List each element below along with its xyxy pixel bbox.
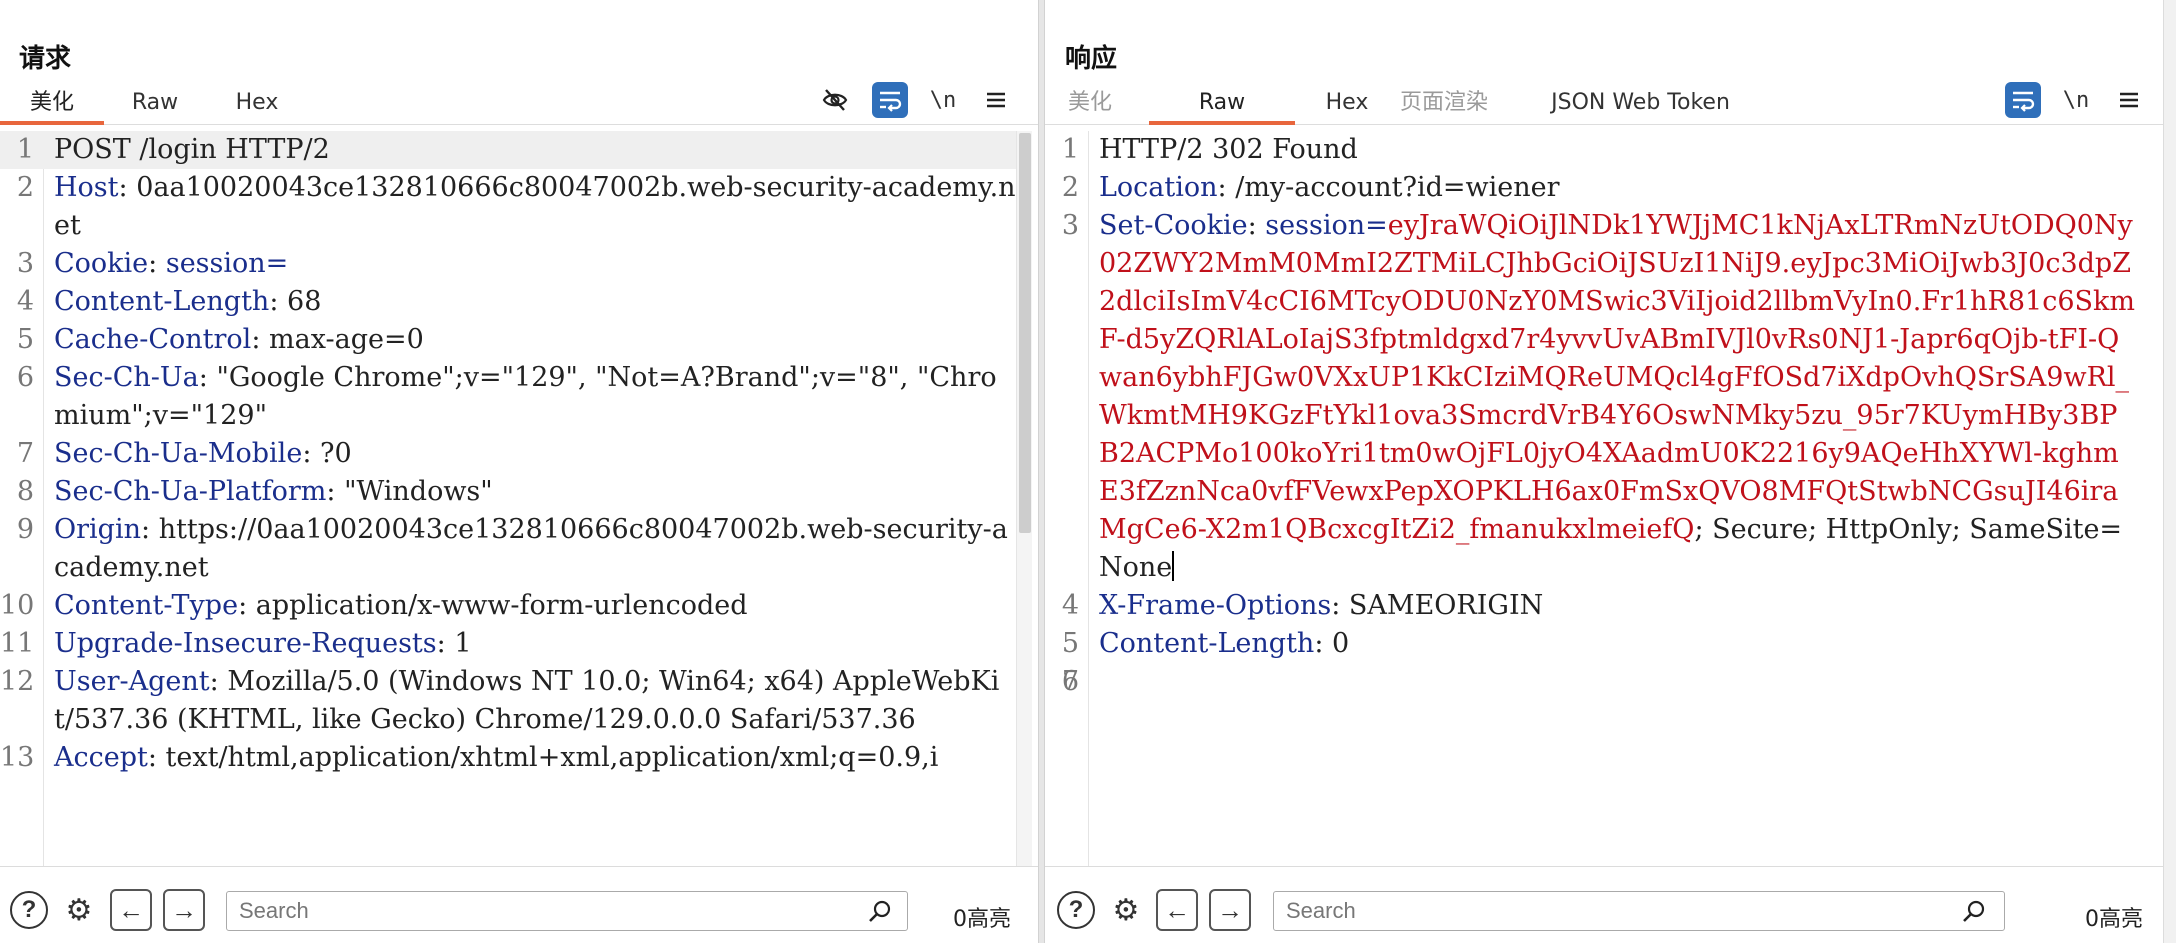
search-icon [1960,897,1988,925]
request-line: 4 Content-Length: 68 [16,286,322,317]
response-menu-button[interactable] [2111,82,2147,118]
arrow-left-icon: ← [118,894,144,925]
request-scrollbar[interactable] [1016,131,1032,866]
response-highlight-count: 0高亮 [2085,907,2143,932]
request-line: 11 Upgrade-Insecure-Requests: 1 [0,628,472,659]
response-line: 5 Content-Length: 0 [1061,628,1350,659]
jwt-cookie-value: eyJraWQiOiJlNDk1YWJjMC1kNjAxLTRmNzUtODQ0… [1099,210,2135,545]
request-newline-toggle[interactable]: \n [925,82,961,118]
request-line: 3 Cookie: session= [16,248,289,279]
request-highlight-count: 0高亮 [953,907,1011,932]
response-search-input[interactable] [1273,891,2005,931]
text-caret [1172,551,1175,581]
request-line: 7 Sec-Ch-Ua-Mobile: ?0 [16,438,352,469]
response-newline-toggle[interactable]: \n [2058,82,2094,118]
response-line: 4 X-Frame-Options: SAMEORIGIN [1061,590,1544,621]
request-line: 5 Cache-Control: max-age=0 [16,324,424,355]
request-scrollbar-thumb[interactable] [1019,133,1031,533]
hamburger-menu-icon [2120,92,2138,108]
hamburger-menu-icon [987,92,1005,108]
window-edge [2163,0,2176,943]
gear-icon: ⚙ [1112,893,1140,927]
help-icon: ? [21,896,37,923]
request-line: 13 Accept: text/html,application/xhtml+xm… [0,742,939,773]
request-search-input[interactable] [226,891,908,931]
request-line: 12 User-Agent: Mozilla/5.0 (Windows NT 10… [0,666,1000,735]
response-tab-raw[interactable]: Raw [1149,84,1295,125]
response-tab-render[interactable]: 页面渲染 [1378,84,1510,125]
request-menu-button[interactable] [978,82,1014,118]
response-prev-match-button[interactable]: ← [1156,889,1198,931]
response-title: 响应 [1065,44,1118,74]
request-footer: ? ⚙ ← → 0高亮 [0,866,1038,943]
request-next-match-button[interactable]: → [163,889,205,931]
response-footer: ? ⚙ ← → 0高亮 [1045,866,2163,943]
response-settings-button[interactable]: ⚙ [1105,889,1147,931]
eye-off-icon [822,89,848,111]
request-line: 10 Content-Type: application/x-www-form-u… [0,590,748,621]
request-editor[interactable]: 1 POST /login HTTP/2 2 Host: 0aa10020043ce… [0,131,1038,866]
request-settings-button[interactable]: ⚙ [58,889,100,931]
request-line: 2 Host: 0aa10020043ce132810666c80047002b.… [16,172,1016,241]
pane-divider[interactable] [1038,0,1045,943]
response-wrap-toggle[interactable] [2005,82,2041,118]
response-line: 3 Set-Cookie: session=eyJraWQiOiJlNDk1YWJ… [1061,210,2135,583]
request-line: 1 POST /login HTTP/2 [0,131,1016,169]
gear-icon: ⚙ [65,893,93,927]
request-tab-hex[interactable]: Hex [222,84,292,125]
text-wrap-icon [2013,91,2035,112]
response-editor[interactable]: 1 HTTP/2 302 Found 2 Location: /my-account… [1045,131,2163,866]
request-line: 9 Origin: https://0aa10020043ce132810666c… [16,514,1008,583]
response-pane: 响应 美化 Raw Hex 页面渲染 JSON Web Token \n 1 HT… [1045,0,2163,943]
arrow-right-icon: → [171,894,197,925]
response-tab-pretty[interactable]: 美化 [1049,84,1131,125]
response-tab-hex[interactable]: Hex [1312,84,1382,125]
request-title: 请求 [19,44,72,74]
response-tab-jwt[interactable]: JSON Web Token [1523,84,1758,125]
arrow-left-icon: ← [1164,894,1190,925]
request-pane: 请求 美化 Raw Hex \n 1 POST /login HTTP/2 2 … [0,0,1038,943]
arrow-right-icon: → [1217,894,1243,925]
text-wrap-icon [880,91,902,112]
response-help-button[interactable]: ? [1057,891,1095,929]
request-hide-button[interactable] [817,82,853,118]
response-line: 1 HTTP/2 302 Found [1061,134,1358,165]
help-icon: ? [1068,896,1084,923]
request-wrap-toggle[interactable] [872,82,908,118]
request-code: 1 POST /login HTTP/2 2 Host: 0aa10020043ce… [0,131,1016,777]
response-line: 2 Location: /my-account?id=wiener [1061,172,1560,203]
response-next-match-button[interactable]: → [1209,889,1251,931]
search-icon [866,897,894,925]
request-line: 6 Sec-Ch-Ua: "Google Chrome";v="129", "No… [16,362,997,431]
request-tab-raw[interactable]: Raw [120,84,190,125]
response-code: 1 HTTP/2 302 Found 2 Location: /my-account… [1045,131,2135,697]
request-prev-match-button[interactable]: ← [110,889,152,931]
request-help-button[interactable]: ? [10,891,48,929]
request-line: 8 Sec-Ch-Ua-Platform: "Windows" [16,476,493,507]
response-tabs: 美化 Raw Hex 页面渲染 JSON Web Token [1045,84,2163,125]
request-tab-pretty[interactable]: 美化 [0,84,104,125]
